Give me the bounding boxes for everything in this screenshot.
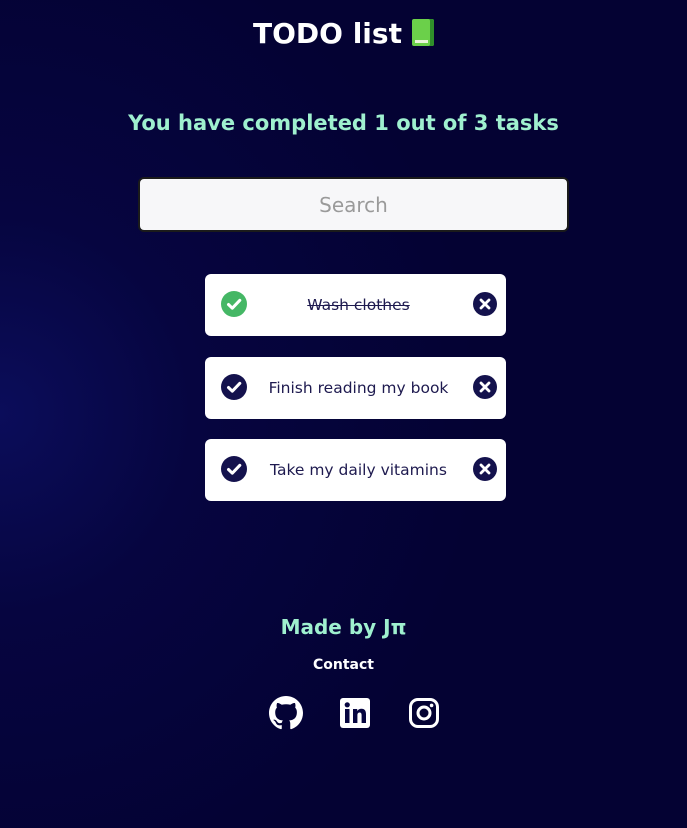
linkedin-icon[interactable]: [338, 696, 372, 730]
remove-task-icon[interactable]: [473, 292, 497, 316]
task-item: Finish reading my book: [205, 357, 506, 419]
remove-task-icon[interactable]: [473, 375, 497, 399]
check-circle-icon[interactable]: [221, 374, 247, 400]
check-circle-icon[interactable]: [221, 456, 247, 482]
contact-heading: Contact: [313, 657, 374, 673]
check-circle-icon[interactable]: [221, 291, 247, 317]
green-book-icon: [411, 19, 434, 46]
remove-task-icon[interactable]: [473, 457, 497, 481]
page-title: TODO list: [0, 14, 687, 54]
task-item: Wash clothes: [205, 274, 506, 336]
github-icon[interactable]: [269, 696, 303, 730]
task-text: Finish reading my book: [268, 379, 449, 397]
instagram-icon[interactable]: [407, 696, 441, 730]
task-text: Take my daily vitamins: [270, 461, 447, 479]
task-item: Take my daily vitamins: [205, 439, 506, 501]
search-input[interactable]: [138, 177, 569, 232]
task-text: Wash clothes: [307, 296, 410, 314]
made-by-credit: Made by Jπ: [280, 615, 407, 639]
completion-summary: You have completed 1 out of 3 tasks: [128, 111, 559, 135]
page-title-text: TODO list: [253, 17, 402, 50]
